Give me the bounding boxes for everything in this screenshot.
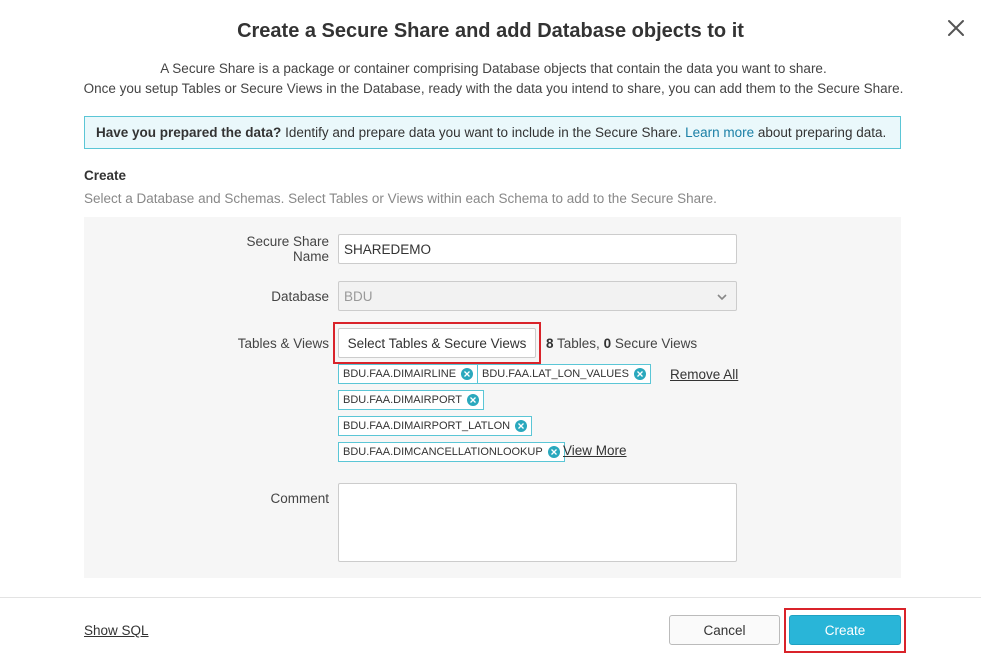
table-chip-label: BDU.FAA.DIMAIRPORT: [343, 394, 462, 406]
comment-textarea[interactable]: [338, 483, 737, 562]
remove-chip-button[interactable]: [466, 394, 479, 406]
close-icon: [550, 449, 557, 455]
remove-chip-button[interactable]: [547, 446, 560, 458]
share-name-label: Secure Share Name: [246, 234, 329, 264]
remove-all-link[interactable]: Remove All: [670, 367, 738, 382]
footer-divider: [0, 597, 981, 598]
create-form: Secure Share Name SHAREDEMO Database BDU…: [84, 217, 901, 578]
table-chip: BDU.FAA.DIMAIRLINE: [338, 364, 479, 384]
comment-label: Comment: [270, 491, 329, 506]
database-label: Database: [271, 289, 329, 304]
show-sql-link[interactable]: Show SQL: [84, 623, 149, 638]
table-chip-label: BDU.FAA.DIMAIRLINE: [343, 368, 457, 380]
close-icon: [948, 20, 964, 36]
select-tables-views-button[interactable]: Select Tables & Secure Views: [338, 328, 536, 358]
learn-more-link[interactable]: Learn more: [685, 125, 754, 140]
close-icon: [518, 423, 525, 429]
table-chip: BDU.FAA.DIMAIRPORT_LATLON: [338, 416, 533, 436]
share-name-value: SHAREDEMO: [344, 241, 432, 257]
section-description: Select a Database and Schemas. Select Ta…: [84, 191, 717, 206]
intro-text-line-1: A Secure Share is a package or container…: [160, 61, 827, 76]
table-chip-label: BDU.FAA.LAT_LON_VALUES: [482, 368, 629, 380]
table-chip: BDU.FAA.DIMCANCELLATIONLOOKUP: [338, 442, 565, 462]
chevron-down-icon: [717, 294, 727, 301]
database-value: BDU: [344, 288, 373, 304]
share-name-input[interactable]: SHAREDEMO: [338, 234, 737, 264]
view-more-link[interactable]: View More: [563, 443, 627, 458]
selection-count: 8 Tables, 0 Secure Views: [546, 336, 697, 351]
table-chip-label: BDU.FAA.DIMAIRPORT_LATLON: [343, 420, 511, 432]
intro-text-line-2: Once you setup Tables or Secure Views in…: [83, 81, 904, 96]
share-name-label-line-1: Secure Share: [246, 234, 329, 249]
database-select[interactable]: BDU: [338, 281, 737, 311]
info-banner-text: Identify and prepare data you want to in…: [281, 125, 686, 140]
info-banner-heading: Have you prepared the data?: [96, 125, 282, 140]
cancel-button[interactable]: Cancel: [669, 615, 780, 645]
close-icon: [464, 371, 471, 377]
info-banner-text-end: about preparing data.: [754, 125, 887, 140]
remove-chip-button[interactable]: [515, 420, 528, 432]
close-icon: [470, 397, 476, 403]
remove-chip-button[interactable]: [633, 368, 646, 380]
remove-chip-button[interactable]: [461, 368, 474, 380]
close-button[interactable]: [944, 16, 968, 40]
info-banner: Have you prepared the data? Identify and…: [84, 116, 901, 149]
table-chip: BDU.FAA.DIMAIRPORT: [338, 390, 484, 410]
tables-count: 8: [546, 336, 554, 351]
share-name-label-line-2: Name: [292, 249, 329, 264]
tables-views-label: Tables & Views: [237, 336, 329, 351]
views-count-label: Secure Views: [611, 336, 698, 351]
views-count: 0: [603, 336, 612, 351]
section-title: Create: [84, 168, 127, 183]
close-icon: [636, 371, 643, 377]
table-chip: BDU.FAA.LAT_LON_VALUES: [477, 364, 651, 384]
create-button[interactable]: Create: [789, 615, 901, 645]
table-chip-label: BDU.FAA.DIMCANCELLATIONLOOKUP: [343, 446, 543, 458]
tables-count-label: Tables,: [553, 336, 604, 351]
dialog-title: Create a Secure Share and add Database o…: [237, 20, 744, 42]
